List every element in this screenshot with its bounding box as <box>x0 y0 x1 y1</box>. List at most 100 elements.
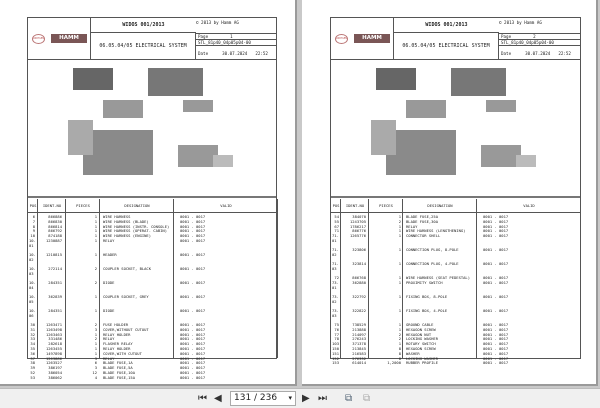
pieces-cell: 1 <box>94 307 97 313</box>
ident-cell: 322822 <box>352 307 366 313</box>
drawing-part <box>516 155 536 167</box>
table-row[interactable]: 53 386062 4 BLADE FUSE,15A 0001 - 0017 <box>28 374 276 381</box>
date-value: 30.07.2024 <box>525 51 551 56</box>
column-header-designation: DESIGNATION <box>403 199 477 213</box>
pos-cell: 153 <box>332 360 339 366</box>
document-title: WIDOS 001/2013 <box>394 18 499 33</box>
copyright: © 2013 by Hamm AG <box>196 20 239 25</box>
ident-cell: 284351 <box>48 279 62 285</box>
pos-cell-suffix: 06 <box>29 312 34 318</box>
column-header-designation: DESIGNATION <box>100 199 174 213</box>
single-page-view-icon[interactable]: ⧉ <box>363 393 370 404</box>
pos-cell: 53 <box>30 374 35 380</box>
exploded-drawing <box>331 60 580 198</box>
table-row[interactable]: 71. 02 323806 1 CONNECTION PLUG, 8-POLE 0001 … <box>331 247 580 262</box>
table-row[interactable]: 73. 01 362880 1 PROXIMITY SWITCH 0001 - 0017 <box>331 279 580 295</box>
pieces-cell: 1 <box>398 247 401 253</box>
designation-cell: RUBBER PROFILE <box>406 360 439 366</box>
next-page-icon[interactable]: ▶ <box>302 393 310 404</box>
ident-cell: 272114 <box>48 265 62 271</box>
pieces-cell: 2 <box>94 265 97 271</box>
column-header-valid: VALID <box>174 199 278 213</box>
designation-cell: COUPLER SOCKET, BLACK <box>103 265 152 271</box>
valid-cell: 0001 - 0017 <box>483 261 509 267</box>
drawing-part <box>213 155 233 167</box>
column-header-ident: IDENT-NO <box>341 199 369 213</box>
document-page-right: WIRTGEN HAMM WIDOS 001/2013 © 2013 by Hamm … <box>302 0 598 386</box>
valid-cell: 0001 - 0017 <box>483 279 509 285</box>
table-row[interactable]: 73. 03 322822 1 FIXING BOX, 4-POLE 0001 - 001… <box>331 307 580 323</box>
hamm-logo: HAMM <box>354 34 390 43</box>
drawing-part <box>148 68 203 96</box>
column-header-ident: IDENT-NO <box>38 199 66 213</box>
pieces-cell: 1 <box>94 293 97 299</box>
pos-cell-suffix: 02 <box>29 256 34 262</box>
pos-cell-suffix: 02 <box>332 298 337 304</box>
logo-area: WIRTGEN HAMM <box>28 18 91 60</box>
valid-cell: 0001 - 0017 <box>180 279 206 285</box>
pieces-cell: 1 <box>398 233 401 239</box>
page-indicator: 131 / 236 <box>234 393 278 403</box>
date-label: Date <box>198 51 209 56</box>
drawing-part <box>103 100 143 118</box>
logo-area: WIRTGEN HAMM <box>331 18 394 60</box>
page-number-select[interactable]: 131 / 236 ▾ <box>230 391 296 406</box>
pieces-cell: 1 <box>398 293 401 299</box>
valid-cell: 0001 - 0017 <box>180 307 206 313</box>
date-field: Date 30.07.2024 22:52 <box>499 45 580 60</box>
pos-cell-suffix: 04 <box>29 284 34 290</box>
valid-cell: 0001 - 0017 <box>180 293 206 299</box>
date-label: Date <box>501 51 512 56</box>
document-frame: WIRTGEN HAMM WIDOS 001/2013 © 2013 by Hamm … <box>330 17 581 365</box>
pos-cell-suffix: 05 <box>29 298 34 304</box>
pos-cell-suffix: 01 <box>332 237 337 243</box>
date-value: 30.07.2024 <box>222 51 248 56</box>
ident-cell: 323806 <box>352 247 366 253</box>
last-page-icon[interactable]: ⏭ <box>318 393 327 404</box>
drawing-part <box>83 130 153 175</box>
table-row[interactable]: 10. 04 284351 2 DIODE 0001 - 0017 <box>28 279 276 295</box>
page-navigation-toolbar: ⏮ ◀ 131 / 236 ▾ ▶ ⏭ ⧉ ⧉ <box>0 388 600 408</box>
ident-cell: 614014 <box>352 360 366 366</box>
table-row[interactable]: 10. 03 272114 2 COUPLER SOCKET, BLACK 0001 - … <box>28 265 276 281</box>
valid-cell: 0001 - 0017 <box>180 251 206 257</box>
table-row[interactable]: 71. 01 1265776 1 CONNECTOR SHELL 0001 - 0017 <box>331 233 580 248</box>
document-header: WIRTGEN HAMM WIDOS 001/2013 © 2013 by Hamm … <box>28 18 276 60</box>
designation-cell: DIODE <box>103 279 115 285</box>
drawing-part <box>68 120 93 155</box>
table-row[interactable]: 71. 03 323814 1 CONNECTION PLUG, 4-POLE 0001 … <box>331 261 580 276</box>
two-page-view-icon[interactable]: ⧉ <box>345 393 352 404</box>
designation-cell: DIODE <box>103 307 115 313</box>
valid-cell: 0001 - 0017 <box>483 247 509 253</box>
pieces-cell: 1 <box>94 251 97 257</box>
table-row[interactable]: 73. 02 322792 1 FIXING BOX, 8-POLE 0001 - 001… <box>331 293 580 309</box>
system-title: 06.05.04/05 ELECTRICAL SYSTEM <box>91 33 196 60</box>
column-header-pieces: PIECES <box>66 199 100 213</box>
designation-cell: HEADER <box>103 251 117 257</box>
drawing-part <box>371 120 396 155</box>
designation-cell: CONNECTOR SHELL <box>406 233 441 239</box>
designation-cell: RELAY <box>103 237 115 243</box>
drawing-part <box>481 145 521 167</box>
valid-cell: 0001 - 0017 <box>180 374 206 380</box>
column-header-pos: POS <box>28 199 38 213</box>
table-rows: 6 866886 1 WIRE HARNESS 0001 - 0017 7 866830 1 W… <box>28 214 276 381</box>
table-row[interactable]: 10. 06 284351 1 DIODE 0001 - 0017 <box>28 307 276 323</box>
column-header-valid: VALID <box>477 199 581 213</box>
table-row[interactable]: 153 614014 1,2000 RUBBER PROFILE 0001 - 0017 <box>331 361 580 366</box>
seal-logo: WIRTGEN <box>335 34 348 44</box>
pieces-cell: 1 <box>398 261 401 267</box>
table-row[interactable]: 10. 05 362839 1 COUPLER SOCKET, GREY 0001 - 0… <box>28 293 276 309</box>
parts-table: POS IDENT-NO PIECES DESIGNATION VALID 54 38407… <box>331 199 581 365</box>
ident-cell: 362880 <box>352 279 366 285</box>
ident-cell: 362839 <box>48 293 62 299</box>
parts-table: POS IDENT-NO PIECES DESIGNATION VALID 6 866886… <box>28 199 278 380</box>
first-page-icon[interactable]: ⏮ <box>198 393 207 404</box>
document-header: WIRTGEN HAMM WIDOS 001/2013 © 2013 by Hamm … <box>331 18 580 60</box>
time-value: 22:52 <box>255 51 268 56</box>
table-row[interactable]: 10. 02 1210815 1 HEADER 0001 - 0017 <box>28 251 276 267</box>
designation-cell: COUPLER SOCKET, GREY <box>103 293 149 299</box>
previous-page-icon[interactable]: ◀ <box>214 393 222 404</box>
table-row[interactable]: 10. 01 1230887 1 RELAY 0001 - 0017 <box>28 237 276 253</box>
seal-logo: WIRTGEN <box>32 34 45 44</box>
